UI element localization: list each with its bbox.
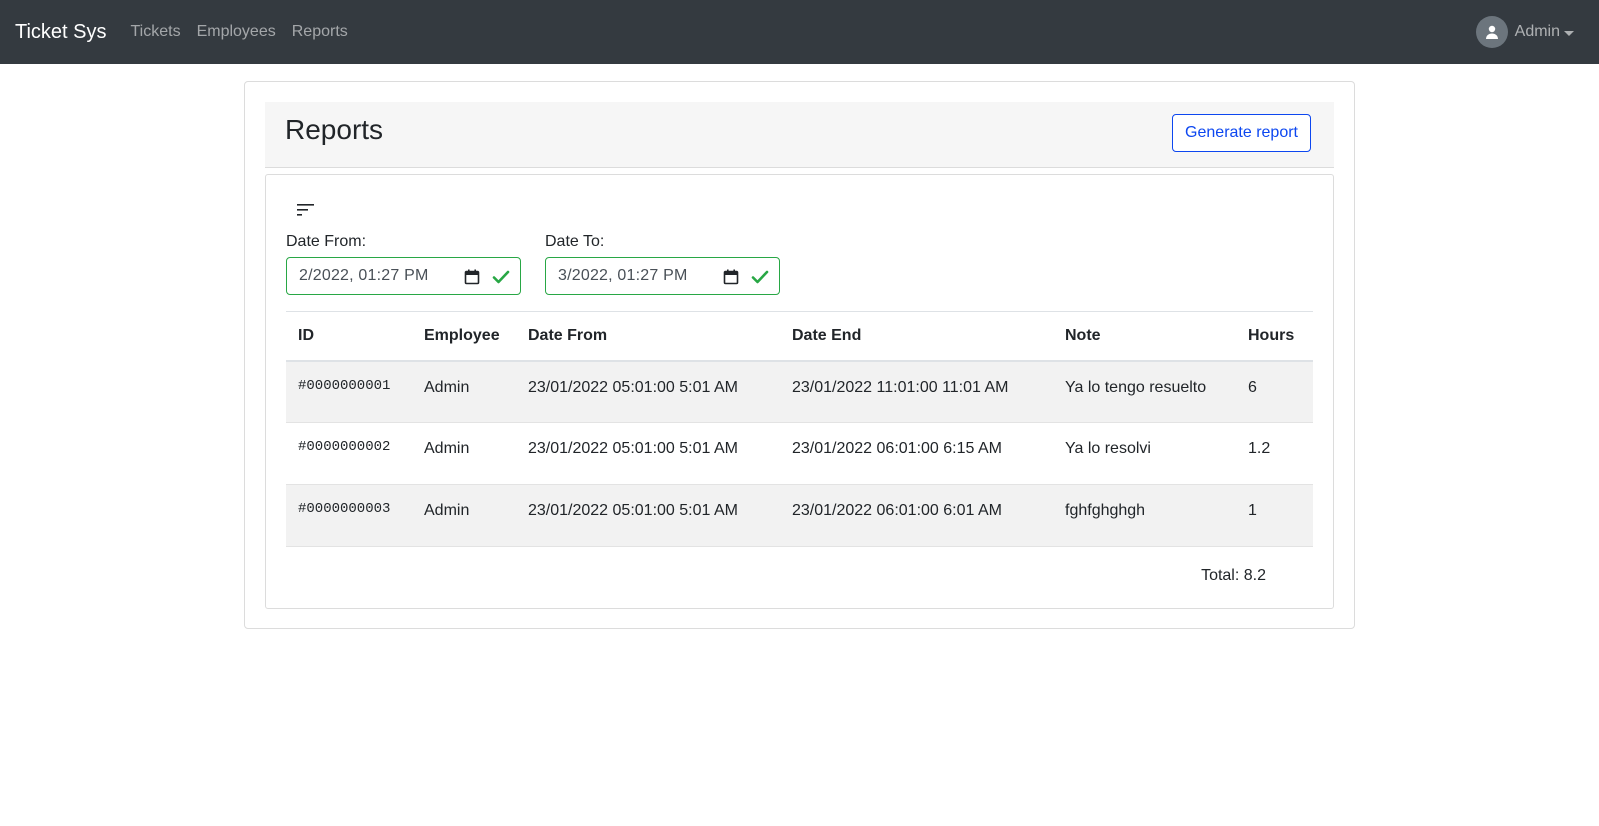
nav-employees[interactable]: Employees: [197, 23, 276, 41]
user-name: Admin: [1514, 23, 1560, 40]
cell-employee: Admin: [412, 484, 516, 547]
date-to-label: Date To:: [545, 233, 605, 250]
report-body: Date From: 2/2022, 01:27 PM Date To: 3/2…: [265, 174, 1334, 609]
card-header: Reports Generate report: [265, 102, 1334, 168]
cell-note: fghfghghgh: [1053, 484, 1236, 547]
valid-check-icon: [751, 270, 769, 284]
date-from-input[interactable]: 2/2022, 01:27 PM: [286, 257, 521, 295]
table-row: #0000000002 Admin 23/01/2022 05:01:00 5:…: [286, 422, 1313, 485]
total-hours: Total: 8.2: [1201, 567, 1266, 584]
reports-card: Reports Generate report Date From: 2/202…: [244, 81, 1355, 629]
cell-hours: 1: [1236, 484, 1313, 547]
cell-id: #0000000003: [286, 484, 412, 547]
cell-note: Ya lo resolvi: [1053, 422, 1236, 485]
generate-report-button[interactable]: Generate report: [1172, 114, 1311, 152]
cell-id: #0000000002: [286, 422, 412, 485]
report-table: ID Employee Date From Date End Note Hour…: [286, 311, 1313, 547]
cell-id: #0000000001: [286, 360, 412, 423]
table-header-row: ID Employee Date From Date End Note Hour…: [286, 311, 1313, 362]
nav-tickets[interactable]: Tickets: [131, 23, 181, 41]
calendar-icon[interactable]: [464, 269, 480, 285]
page-title: Reports: [285, 114, 384, 145]
cell-date-from: 23/01/2022 05:01:00 5:01 AM: [516, 484, 780, 547]
cell-date-end: 23/01/2022 06:01:00 6:15 AM: [780, 422, 1053, 485]
col-note: Note: [1053, 311, 1236, 362]
cell-date-end: 23/01/2022 11:01:00 11:01 AM: [780, 360, 1053, 423]
calendar-icon[interactable]: [723, 269, 739, 285]
col-date-end: Date End: [780, 311, 1053, 362]
date-from-value: 2/2022, 01:27 PM: [299, 267, 429, 284]
date-to-input[interactable]: 3/2022, 01:27 PM: [545, 257, 780, 295]
cell-employee: Admin: [412, 360, 516, 423]
valid-check-icon: [492, 270, 510, 284]
col-employee: Employee: [412, 311, 516, 362]
user-menu[interactable]: Admin: [1475, 16, 1574, 48]
nav-reports[interactable]: Reports: [292, 23, 348, 41]
user-avatar-icon: [1475, 16, 1508, 48]
cell-date-end: 23/01/2022 06:01:00 6:01 AM: [780, 484, 1053, 547]
report-table-wrap: ID Employee Date From Date End Note Hour…: [286, 311, 1313, 547]
top-navbar: Ticket Sys Tickets Employees Reports Adm…: [0, 0, 1599, 64]
chevron-down-icon: [1564, 30, 1574, 36]
table-row: #0000000001 Admin 23/01/2022 05:01:00 5:…: [286, 360, 1313, 423]
date-to-value: 3/2022, 01:27 PM: [558, 267, 688, 284]
cell-employee: Admin: [412, 422, 516, 485]
cell-hours: 6: [1236, 360, 1313, 423]
col-hours: Hours: [1236, 311, 1313, 362]
cell-date-from: 23/01/2022 05:01:00 5:01 AM: [516, 360, 780, 423]
cell-hours: 1.2: [1236, 422, 1313, 485]
brand-logo[interactable]: Ticket Sys: [15, 21, 107, 44]
col-id: ID: [286, 311, 412, 362]
col-date-from: Date From: [516, 311, 780, 362]
table-row: #0000000003 Admin 23/01/2022 05:01:00 5:…: [286, 484, 1313, 547]
date-from-label: Date From:: [286, 233, 367, 250]
cell-date-from: 23/01/2022 05:01:00 5:01 AM: [516, 422, 780, 485]
filter-icon[interactable]: [296, 201, 316, 219]
cell-note: Ya lo tengo resuelto: [1053, 360, 1236, 423]
